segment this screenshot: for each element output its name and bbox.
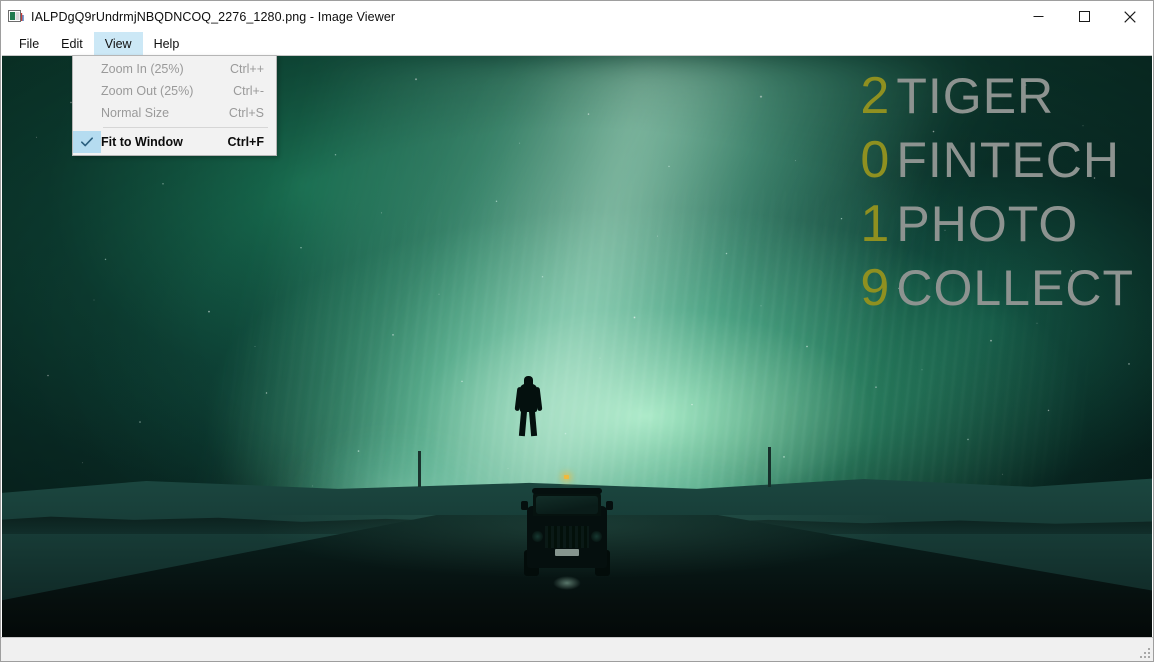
resize-grip[interactable] (1138, 646, 1150, 658)
person-torso (519, 384, 537, 412)
mirror-left (520, 501, 528, 510)
menu-item-label: Zoom Out (25%) (101, 84, 194, 98)
maximize-button[interactable] (1061, 1, 1107, 32)
menu-item-zoom-out[interactable]: Zoom Out (25%) Ctrl+- (73, 80, 276, 102)
jeep-windshield (535, 496, 598, 514)
view-dropdown-menu: Zoom In (25%) Ctrl++ Zoom Out (25%) Ctrl… (72, 55, 277, 156)
status-bar (1, 637, 1153, 661)
menu-item-shortcut: Ctrl+F (227, 135, 264, 149)
headlight-right (590, 531, 602, 542)
window-title: IALPDgQ9rUndrmjNBQDNCOQ_2276_1280.png - … (31, 9, 396, 24)
jeep-with-person-silhouette (514, 376, 619, 590)
menu-item-label: Zoom In (25%) (101, 62, 184, 76)
image-file-icon (8, 9, 24, 25)
menu-view[interactable]: View (93, 32, 143, 55)
under-vehicle-glow (552, 576, 581, 590)
jeep-grille (544, 526, 589, 548)
person-head (523, 376, 533, 386)
menu-item-label: Normal Size (101, 106, 170, 120)
menu-help[interactable]: Help (143, 32, 191, 55)
menu-item-label: Fit to Window (101, 135, 183, 149)
person-leg-left (518, 409, 528, 437)
person-leg-right (528, 409, 538, 437)
jeep-roof (531, 488, 602, 494)
menu-item-shortcut: Ctrl+S (228, 106, 264, 120)
close-button[interactable] (1107, 1, 1153, 32)
title-bar: IALPDgQ9rUndrmjNBQDNCOQ_2276_1280.png - … (1, 1, 1153, 32)
headlight-left (531, 531, 543, 542)
menu-item-zoom-in[interactable]: Zoom In (25%) Ctrl++ (73, 58, 276, 80)
menu-item-shortcut: Ctrl+- (233, 84, 264, 98)
menu-separator (103, 127, 268, 128)
fence-post-left (418, 451, 422, 488)
minimize-button[interactable] (1015, 1, 1061, 32)
checkmark-slot (73, 58, 101, 80)
window-controls (1015, 1, 1153, 32)
menu-item-normal-size[interactable]: Normal Size Ctrl+S (73, 102, 276, 124)
check-icon (73, 131, 101, 153)
checkmark-slot (73, 102, 101, 124)
license-plate (554, 549, 579, 556)
mirror-right (605, 501, 613, 510)
menu-file[interactable]: File (8, 32, 50, 55)
checkmark-slot (73, 80, 101, 102)
fence-post-right (767, 447, 771, 488)
menu-item-fit-to-window[interactable]: Fit to Window Ctrl+F (73, 131, 276, 153)
menu-item-shortcut: Ctrl++ (229, 62, 264, 76)
person-silhouette (514, 376, 543, 437)
menu-edit[interactable]: Edit (50, 32, 94, 55)
menu-bar: File Edit View Help (1, 32, 1153, 55)
image-viewer-window: IALPDgQ9rUndrmjNBQDNCOQ_2276_1280.png - … (0, 0, 1154, 662)
